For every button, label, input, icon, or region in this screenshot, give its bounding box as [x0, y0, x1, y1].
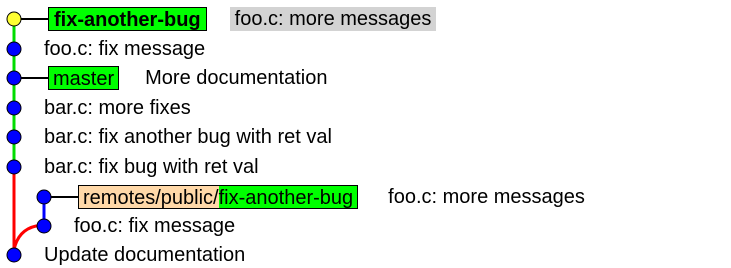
commit-message[interactable]: foo.c: fix message	[74, 214, 235, 238]
current-branch-tag[interactable]: fix-another-bug	[48, 7, 207, 31]
commit-row[interactable]: Update documentation	[44, 242, 245, 268]
commit-node[interactable]	[6, 100, 22, 116]
remote-tag-prefix[interactable]: remotes/public/	[78, 185, 219, 209]
commit-row[interactable]: remotes/public/fix-another-bug foo.c: mo…	[78, 184, 585, 210]
commit-node-head[interactable]	[6, 11, 22, 27]
commit-node[interactable]	[6, 41, 22, 57]
commit-node[interactable]	[6, 70, 22, 86]
commit-message[interactable]: foo.c: fix message	[44, 37, 205, 61]
commit-row[interactable]: bar.c: more fixes	[44, 95, 191, 121]
commit-message[interactable]: foo.c: more messages	[388, 185, 585, 209]
commit-row[interactable]: bar.c: fix bug with ret val	[44, 154, 259, 180]
commit-message[interactable]: More documentation	[145, 66, 327, 90]
remote-branch-tag[interactable]: fix-another-bug	[218, 185, 359, 209]
commit-row[interactable]: master More documentation	[48, 65, 327, 91]
commit-node[interactable]	[36, 189, 52, 205]
commit-row[interactable]: fix-another-bug foo.c: more messages	[48, 6, 437, 32]
branch-tag-master[interactable]: master	[48, 66, 120, 90]
commit-message[interactable]: foo.c: more messages	[229, 7, 437, 31]
commit-message[interactable]: Update documentation	[44, 243, 245, 267]
commit-message[interactable]: bar.c: fix another bug with ret val	[44, 125, 332, 149]
commit-node[interactable]	[6, 129, 22, 145]
commit-message[interactable]: bar.c: fix bug with ret val	[44, 155, 259, 179]
commit-row[interactable]: foo.c: fix message	[44, 36, 205, 62]
commit-node[interactable]	[6, 247, 22, 263]
commit-row[interactable]: bar.c: fix another bug with ret val	[44, 124, 332, 150]
commit-node[interactable]	[36, 218, 52, 234]
commit-node[interactable]	[6, 159, 22, 175]
commit-row[interactable]: foo.c: fix message	[74, 213, 235, 239]
commit-message[interactable]: bar.c: more fixes	[44, 96, 191, 120]
